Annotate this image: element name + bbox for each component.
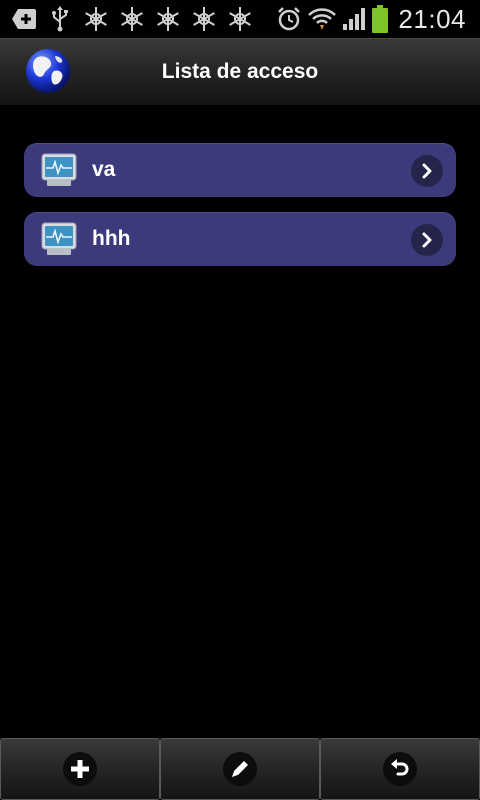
signal-icon xyxy=(342,5,366,33)
usb-icon xyxy=(46,5,74,33)
add-button[interactable] xyxy=(0,738,160,800)
chevron-right-icon[interactable] xyxy=(411,224,443,256)
monitor-pulse-icon xyxy=(41,152,77,188)
undo-icon xyxy=(383,752,417,786)
list-item-label: hhh xyxy=(92,227,131,250)
wifi-icon xyxy=(308,5,337,33)
plus-icon xyxy=(63,752,97,786)
access-list: va hhh xyxy=(24,143,456,281)
add-notification-icon xyxy=(10,5,38,33)
snowflake-icon xyxy=(82,5,110,33)
alarm-icon xyxy=(276,5,302,33)
edit-button[interactable] xyxy=(160,738,320,800)
title-bar: Lista de acceso xyxy=(0,38,480,105)
snowflake-icon xyxy=(226,5,254,33)
status-left-icons xyxy=(0,5,262,33)
status-bar: 21:04 xyxy=(0,0,480,38)
pencil-icon xyxy=(223,752,257,786)
monitor-pulse-icon xyxy=(41,221,77,257)
undo-button[interactable] xyxy=(320,738,480,800)
battery-icon xyxy=(372,5,389,33)
snowflake-icon xyxy=(190,5,218,33)
page-title: Lista de acceso xyxy=(161,60,319,83)
list-item[interactable]: va xyxy=(24,143,456,197)
list-item[interactable]: hhh xyxy=(24,212,456,266)
globe-icon[interactable] xyxy=(24,47,72,95)
snowflake-icon xyxy=(154,5,182,33)
bottom-toolbar xyxy=(0,738,480,800)
chevron-right-icon[interactable] xyxy=(411,155,443,187)
status-clock: 21:04 xyxy=(398,3,466,34)
list-item-label: va xyxy=(92,158,116,181)
snowflake-icon xyxy=(118,5,146,33)
status-right-icons: 21:04 xyxy=(270,4,480,35)
